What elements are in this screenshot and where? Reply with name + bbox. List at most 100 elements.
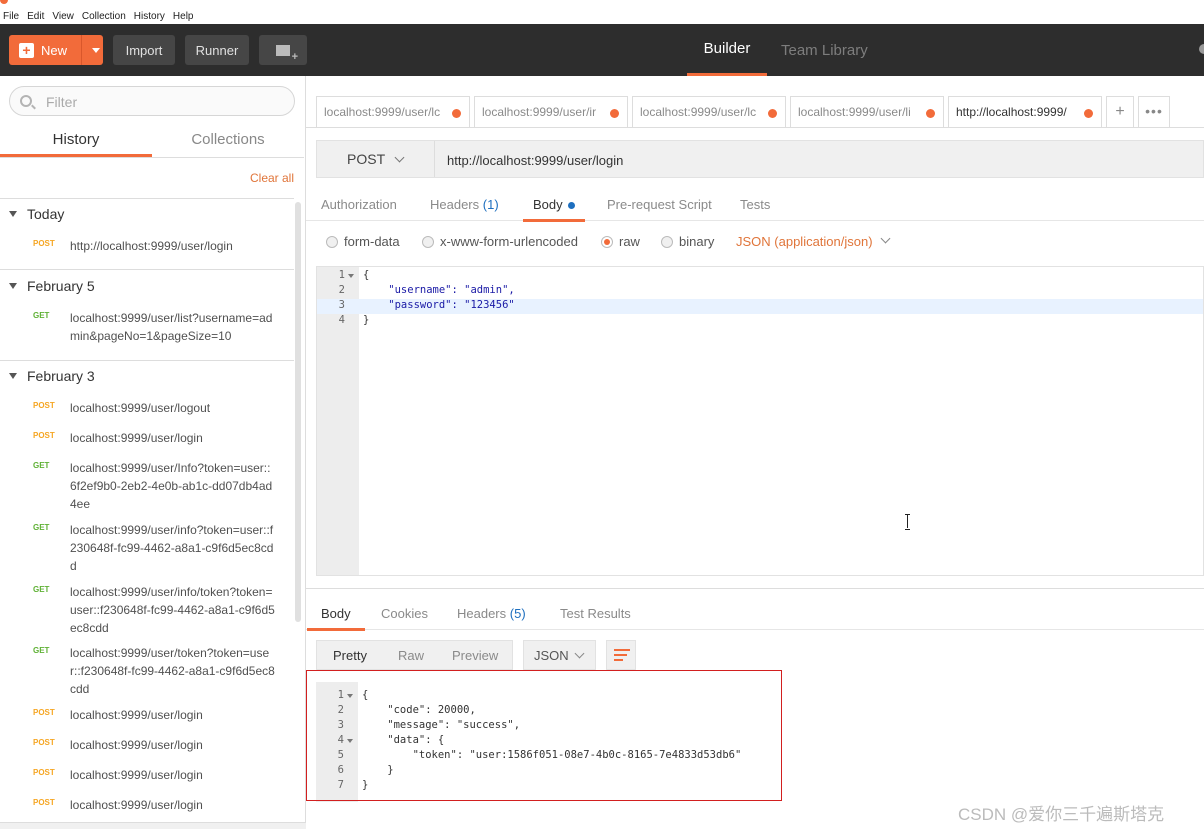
method-badge: GET bbox=[33, 311, 50, 320]
radio-label: form-data bbox=[344, 234, 400, 249]
radio-circle-icon bbox=[422, 235, 434, 248]
caret-down-icon[interactable] bbox=[92, 48, 100, 53]
request-tab[interactable]: localhost:9999/user/lc bbox=[632, 96, 786, 128]
unsaved-dot-icon bbox=[768, 109, 777, 118]
tab-tests[interactable]: Tests bbox=[740, 197, 770, 212]
new-button-divider bbox=[81, 35, 82, 65]
request-body-editor[interactable]: 1 { 2 "username": "admin", 3 "password":… bbox=[316, 266, 1204, 576]
tab-body[interactable]: Body bbox=[523, 197, 585, 222]
format-label: JSON bbox=[534, 648, 569, 663]
view-raw-button[interactable]: Raw bbox=[398, 648, 424, 663]
tab-response-body[interactable]: Body bbox=[307, 606, 365, 631]
method-label: POST bbox=[347, 151, 386, 167]
divider bbox=[0, 269, 294, 270]
tab-test-results[interactable]: Test Results bbox=[560, 606, 631, 621]
headers-count: (5) bbox=[509, 606, 526, 621]
text-cursor-icon bbox=[904, 514, 912, 530]
history-group-february-3[interactable]: February 3 bbox=[9, 368, 95, 384]
method-badge: GET bbox=[33, 646, 50, 655]
plus-icon: + bbox=[19, 42, 34, 58]
tab-team-library[interactable]: Team Library bbox=[781, 24, 868, 76]
menu-file[interactable]: File bbox=[3, 11, 19, 22]
code-line: 4 } bbox=[317, 314, 1203, 329]
filter-box[interactable] bbox=[9, 86, 295, 116]
method-badge: POST bbox=[33, 239, 55, 248]
line-number: 4 bbox=[338, 314, 345, 326]
menu-history[interactable]: History bbox=[134, 11, 165, 22]
menu-bar: File Edit View Collection History Help bbox=[0, 8, 1204, 24]
history-url: localhost:9999/user/info?token=user::f23… bbox=[70, 523, 274, 573]
chevron-down-icon bbox=[574, 648, 585, 659]
request-tab-active[interactable]: http://localhost:9999/ bbox=[948, 96, 1102, 128]
tab-authorization[interactable]: Authorization bbox=[321, 197, 397, 212]
method-badge: POST bbox=[33, 431, 55, 440]
response-format-select[interactable]: JSON bbox=[523, 640, 596, 670]
wrap-lines-button[interactable] bbox=[606, 640, 636, 670]
group-title: Today bbox=[27, 206, 65, 222]
radio-form-data[interactable]: form-data bbox=[326, 234, 400, 249]
history-group-february-5[interactable]: February 5 bbox=[9, 278, 95, 294]
add-tab-button[interactable]: + bbox=[1106, 96, 1134, 128]
url-bar: POST bbox=[316, 140, 1204, 178]
request-tab-label: localhost:9999/user/li bbox=[798, 105, 911, 119]
unsaved-dot-icon bbox=[926, 109, 935, 118]
new-window-button[interactable] bbox=[259, 35, 307, 65]
history-url: localhost:9999/user/login bbox=[70, 431, 203, 445]
request-tab[interactable]: localhost:9999/user/ir bbox=[474, 96, 628, 128]
chevron-down-icon bbox=[9, 373, 17, 379]
user-avatar-icon[interactable] bbox=[1199, 44, 1204, 54]
filter-input[interactable] bbox=[46, 92, 276, 112]
body-indicator-icon bbox=[567, 202, 575, 210]
watermark: CSDN @爱你三千遍斯塔克 bbox=[958, 805, 1165, 824]
unsaved-dot-icon bbox=[1084, 109, 1093, 118]
menu-view[interactable]: View bbox=[52, 11, 74, 22]
tab-response-headers[interactable]: Headers (5) bbox=[457, 606, 526, 621]
response-tabs: Body Cookies Headers (5) Test Results bbox=[306, 598, 1204, 631]
radio-urlencoded[interactable]: x-www-form-urlencoded bbox=[422, 234, 578, 249]
new-button[interactable]: + New bbox=[9, 35, 103, 65]
content-type-select[interactable]: JSON (application/json) bbox=[736, 233, 891, 249]
content-type-label: JSON (application/json) bbox=[736, 234, 873, 249]
url-input[interactable] bbox=[447, 150, 1147, 170]
sidebar-scrollbar[interactable] bbox=[295, 202, 301, 622]
tab-body-label: Body bbox=[533, 197, 563, 212]
request-tab-label: localhost:9999/user/lc bbox=[640, 105, 757, 119]
radio-selected-icon bbox=[601, 235, 613, 248]
history-url: localhost:9999/user/token?token=user::f2… bbox=[70, 646, 275, 696]
chevron-down-icon bbox=[880, 233, 891, 244]
runner-button[interactable]: Runner bbox=[185, 35, 249, 65]
tab-pre-request-script[interactable]: Pre-request Script bbox=[607, 197, 712, 212]
history-url: localhost:9999/user/login bbox=[70, 738, 203, 752]
code-text: { bbox=[363, 269, 370, 281]
method-badge: POST bbox=[33, 798, 55, 807]
code-text: "username": "admin", bbox=[363, 284, 515, 296]
view-pretty-button[interactable]: Pretty bbox=[333, 648, 367, 663]
radio-binary[interactable]: binary bbox=[661, 234, 714, 249]
tab-builder[interactable]: Builder bbox=[687, 24, 767, 76]
request-tab[interactable]: localhost:9999/user/li bbox=[790, 96, 944, 128]
tab-cookies[interactable]: Cookies bbox=[381, 606, 428, 621]
tab-history[interactable]: History bbox=[0, 126, 152, 157]
tab-collections[interactable]: Collections bbox=[152, 126, 304, 157]
import-button[interactable]: Import bbox=[113, 35, 175, 65]
view-preview-button[interactable]: Preview bbox=[452, 648, 498, 663]
history-url: localhost:9999/user/Info?token=user::6f2… bbox=[70, 461, 273, 511]
postman-logo-icon bbox=[0, 0, 8, 4]
fold-arrow-icon[interactable] bbox=[348, 274, 354, 278]
tab-headers[interactable]: Headers (1) bbox=[430, 197, 499, 212]
menu-edit[interactable]: Edit bbox=[27, 11, 44, 22]
menu-help[interactable]: Help bbox=[173, 11, 194, 22]
method-badge: POST bbox=[33, 768, 55, 777]
radio-raw[interactable]: raw bbox=[601, 234, 640, 249]
search-icon bbox=[20, 95, 32, 107]
more-tabs-button[interactable]: ••• bbox=[1138, 96, 1170, 128]
method-select[interactable]: POST bbox=[317, 141, 435, 177]
request-tab[interactable]: localhost:9999/user/lc bbox=[316, 96, 470, 128]
history-group-today[interactable]: Today bbox=[9, 206, 64, 222]
menu-collection[interactable]: Collection bbox=[82, 11, 126, 22]
divider bbox=[0, 360, 294, 361]
request-tab-label: localhost:9999/user/lc bbox=[324, 105, 441, 119]
status-bar bbox=[0, 822, 306, 829]
headers-count: (1) bbox=[482, 197, 499, 212]
clear-all-link[interactable]: Clear all bbox=[250, 171, 294, 185]
